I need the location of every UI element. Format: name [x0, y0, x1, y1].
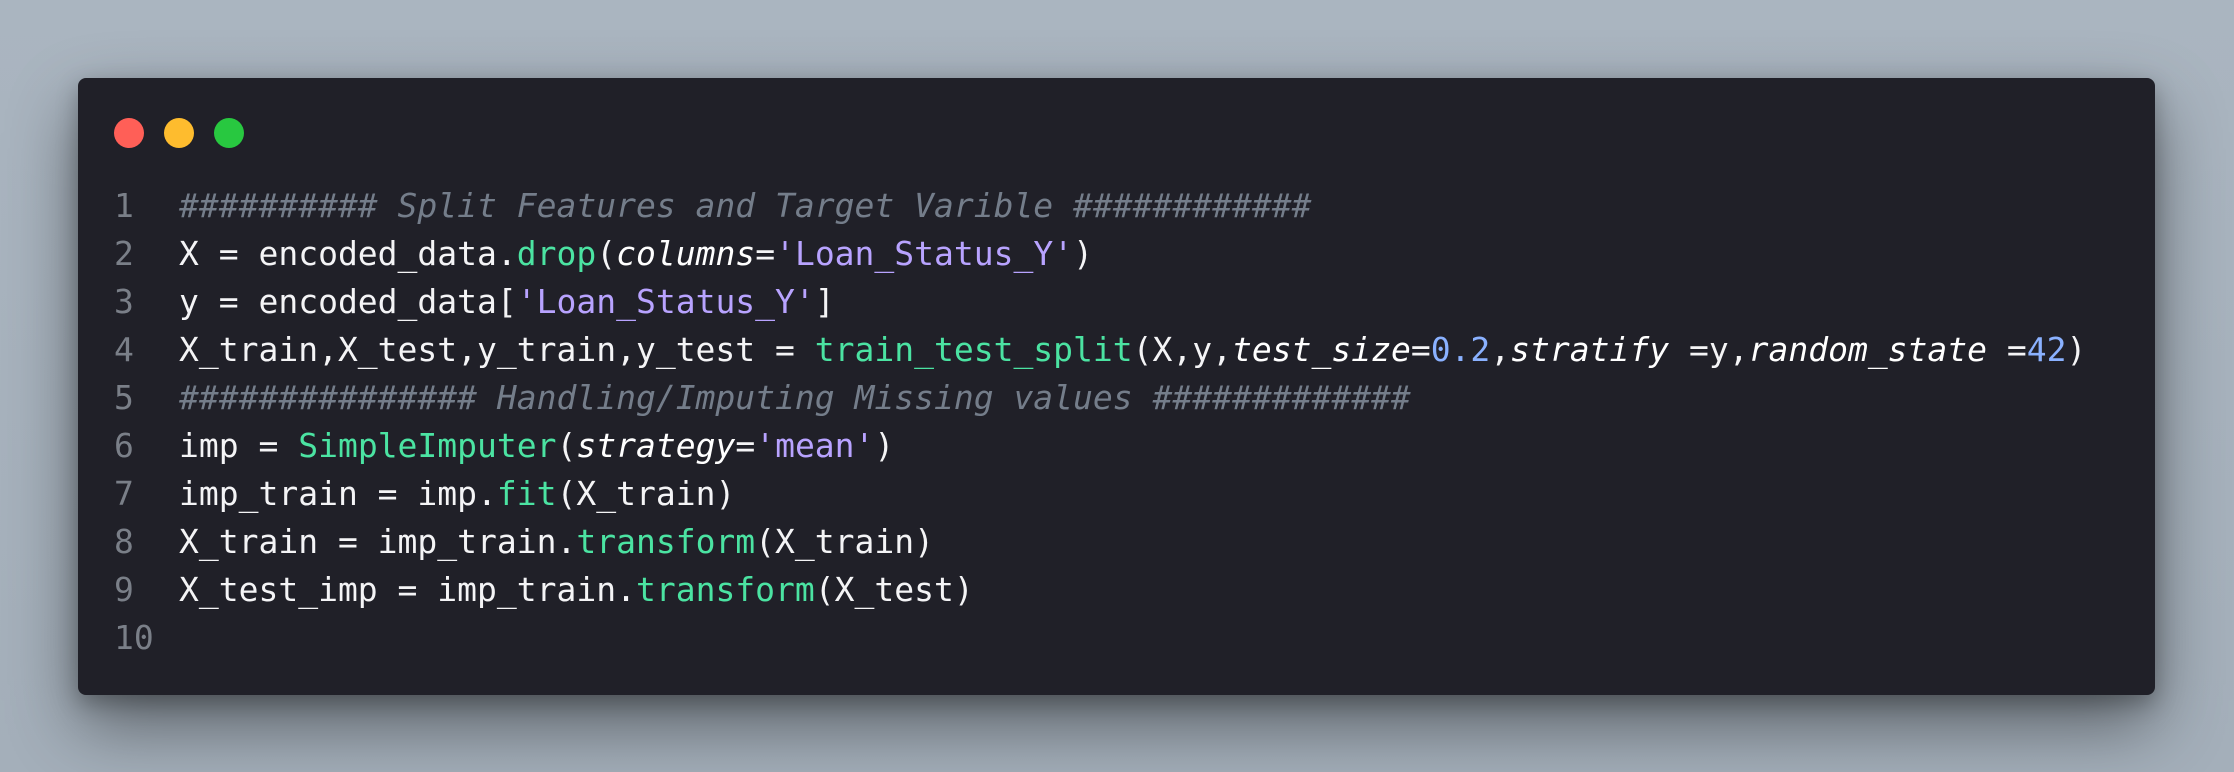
code-token: =y,: [1669, 330, 1749, 369]
code-token: 42: [2026, 330, 2067, 369]
code-token: 'mean': [755, 426, 875, 465]
code-token: (X_train): [755, 522, 934, 561]
code-token: columns: [616, 234, 756, 273]
code-token: drop: [516, 234, 597, 273]
line-number: 8: [114, 522, 134, 561]
code-token: transform: [576, 522, 756, 561]
code-line-text: imp = SimpleImputer(strategy='mean'): [179, 422, 894, 470]
code-line-text: imp_train = imp.fit(X_train): [179, 470, 735, 518]
code-token: ): [874, 426, 895, 465]
line-number: 10: [114, 618, 154, 657]
code-token: (X,y,: [1132, 330, 1232, 369]
code-token: (: [596, 234, 617, 273]
line-number: 1: [114, 186, 134, 225]
code-line-text: X_test_imp = imp_train.transform(X_test): [179, 566, 974, 614]
code-token: X_train = imp_train.: [179, 522, 577, 561]
code-token: SimpleImputer: [298, 426, 557, 465]
code-token: random_state: [1748, 330, 1988, 369]
line-number: 6: [114, 426, 134, 465]
code-line[interactable]: 8 X_train = imp_train.transform(X_train): [78, 518, 2155, 566]
code-token: ########## Split Features and Target Var…: [179, 186, 1312, 225]
code-token: ): [2066, 330, 2087, 369]
code-line[interactable]: 9 X_test_imp = imp_train.transform(X_test…: [78, 566, 2155, 614]
code-line-text: X_train,X_test,y_train,y_test = train_te…: [179, 326, 2086, 374]
code-line[interactable]: 1 ########## Split Features and Target Va…: [78, 182, 2155, 230]
code-token: =: [1987, 330, 2027, 369]
code-token: train_test_split: [814, 330, 1133, 369]
line-number: 9: [114, 570, 134, 609]
close-button[interactable]: [114, 118, 144, 148]
code-token: fit: [496, 474, 557, 513]
code-token: (: [556, 426, 577, 465]
code-token: 'Loan_Status_Y': [516, 282, 815, 321]
code-token: 0.2: [1430, 330, 1491, 369]
code-token: transform: [635, 570, 815, 609]
code-editor[interactable]: 1 ########## Split Features and Target Va…: [78, 182, 2155, 662]
code-token: 'Loan_Status_Y': [775, 234, 1074, 273]
code-token: test_size: [1232, 330, 1411, 369]
code-token: =: [1410, 330, 1431, 369]
code-token: imp =: [179, 426, 299, 465]
maximize-button[interactable]: [214, 118, 244, 148]
code-token: y = encoded_data[: [179, 282, 517, 321]
code-line-text: X = encoded_data.drop(columns='Loan_Stat…: [179, 230, 1093, 278]
code-window: 1 ########## Split Features and Target Va…: [78, 78, 2155, 695]
code-token: ): [1073, 234, 1093, 273]
line-number: 7: [114, 474, 134, 513]
code-token: X_train,X_test,y_train,y_test =: [179, 330, 815, 369]
code-line[interactable]: 3 y = encoded_data['Loan_Status_Y']: [78, 278, 2155, 326]
code-line-text: X_train = imp_train.transform(X_train): [179, 518, 934, 566]
window-controls: [114, 118, 244, 148]
line-number: 3: [114, 282, 134, 321]
code-token: =: [735, 426, 756, 465]
code-token: =: [755, 234, 776, 273]
code-token: strategy: [576, 426, 736, 465]
code-line-text: ########## Split Features and Target Var…: [179, 182, 1311, 230]
code-line[interactable]: 4 X_train,X_test,y_train,y_test = train_t…: [78, 326, 2155, 374]
code-line[interactable]: 5 ############### Handling/Imputing Missi…: [78, 374, 2155, 422]
code-token: imp_train = imp.: [179, 474, 497, 513]
code-line[interactable]: 7 imp_train = imp.fit(X_train): [78, 470, 2155, 518]
code-token: X_test_imp = imp_train.: [179, 570, 636, 609]
code-token: (X_test): [814, 570, 974, 609]
code-token: X = encoded_data.: [179, 234, 517, 273]
code-token: ,: [1490, 330, 1511, 369]
code-token: stratify: [1510, 330, 1670, 369]
code-token: (X_train): [556, 474, 736, 513]
code-line[interactable]: 10: [78, 614, 2155, 662]
code-token: ]: [814, 282, 835, 321]
line-number: 2: [114, 234, 134, 273]
line-number: 5: [114, 378, 134, 417]
minimize-button[interactable]: [164, 118, 194, 148]
code-line[interactable]: 6 imp = SimpleImputer(strategy='mean'): [78, 422, 2155, 470]
code-line-text: ############### Handling/Imputing Missin…: [179, 374, 1411, 422]
code-line[interactable]: 2 X = encoded_data.drop(columns='Loan_Sta…: [78, 230, 2155, 278]
code-line-text: y = encoded_data['Loan_Status_Y']: [179, 278, 835, 326]
line-number: 4: [114, 330, 134, 369]
code-token: ############### Handling/Imputing Missin…: [179, 378, 1411, 417]
